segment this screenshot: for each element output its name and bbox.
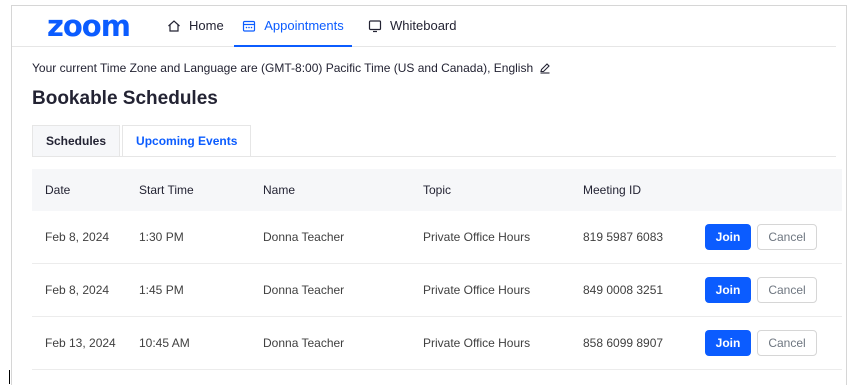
cell-name: Donna Teacher: [263, 283, 345, 297]
cancel-button[interactable]: Cancel: [757, 330, 817, 356]
cell-start-time: 1:30 PM: [139, 230, 184, 244]
cell-topic: Private Office Hours: [423, 336, 531, 350]
calendar-icon: [243, 20, 256, 32]
header-name: Name: [263, 183, 296, 197]
nav-tab-home[interactable]: Home: [167, 6, 224, 45]
cell-meeting-id: 849 0008 3251: [583, 283, 664, 297]
page-title: Bookable Schedules: [32, 88, 218, 109]
header-meeting-id: Meeting ID: [583, 183, 642, 197]
cell-date: Feb 8, 2024: [45, 230, 110, 244]
join-button[interactable]: Join: [705, 224, 751, 250]
nav-tab-whiteboard[interactable]: Whiteboard: [368, 6, 456, 45]
row-actions: Join Cancel: [705, 224, 817, 250]
join-button[interactable]: Join: [705, 277, 751, 303]
nav-tab-whiteboard-label: Whiteboard: [390, 18, 457, 33]
upcoming-events-table: Date Start Time Name Topic Meeting ID Fe…: [32, 169, 842, 370]
top-nav: zoom Home Appointments Whiteboard: [12, 6, 836, 47]
text-cursor: [9, 370, 10, 384]
cell-start-time: 1:45 PM: [139, 283, 184, 297]
timezone-language-text: Your current Time Zone and Language are …: [32, 61, 534, 75]
cell-start-time: 10:45 AM: [139, 336, 190, 350]
zoom-logo[interactable]: zoom: [47, 10, 131, 42]
table-header: Date Start Time Name Topic Meeting ID: [32, 169, 842, 211]
whiteboard-icon: [368, 19, 382, 32]
header-date: Date: [45, 183, 71, 197]
table-row: Feb 8, 2024 1:30 PM Donna Teacher Privat…: [32, 211, 842, 264]
header-start-time: Start Time: [139, 183, 194, 197]
edit-pencil-icon[interactable]: [539, 62, 551, 74]
row-actions: Join Cancel: [705, 277, 817, 303]
subtabs: Schedules Upcoming Events: [32, 125, 253, 157]
cancel-button[interactable]: Cancel: [757, 224, 817, 250]
cell-date: Feb 8, 2024: [45, 283, 110, 297]
subtab-upcoming-events[interactable]: Upcoming Events: [122, 125, 252, 157]
subtabs-divider: [32, 156, 836, 157]
cell-date: Feb 13, 2024: [45, 336, 116, 350]
cell-meeting-id: 819 5987 6083: [583, 230, 664, 244]
cell-meeting-id: 858 6099 8907: [583, 336, 664, 350]
cell-topic: Private Office Hours: [423, 283, 531, 297]
timezone-language-line: Your current Time Zone and Language are …: [32, 61, 551, 75]
nav-tab-appointments[interactable]: Appointments: [234, 6, 352, 47]
table-row: Feb 13, 2024 10:45 AM Donna Teacher Priv…: [32, 317, 842, 370]
cell-topic: Private Office Hours: [423, 230, 531, 244]
subtab-schedules[interactable]: Schedules: [32, 125, 121, 157]
join-button[interactable]: Join: [705, 330, 751, 356]
app-window: zoom Home Appointments Whiteboard Your c…: [11, 5, 847, 385]
table-row: Feb 8, 2024 1:45 PM Donna Teacher Privat…: [32, 264, 842, 317]
row-actions: Join Cancel: [705, 330, 817, 356]
cell-name: Donna Teacher: [263, 230, 345, 244]
home-icon: [168, 19, 180, 32]
cell-name: Donna Teacher: [263, 336, 345, 350]
cancel-button[interactable]: Cancel: [757, 277, 817, 303]
header-topic: Topic: [423, 183, 452, 197]
nav-tab-appointments-label: Appointments: [264, 18, 344, 33]
nav-tab-home-label: Home: [189, 18, 224, 33]
